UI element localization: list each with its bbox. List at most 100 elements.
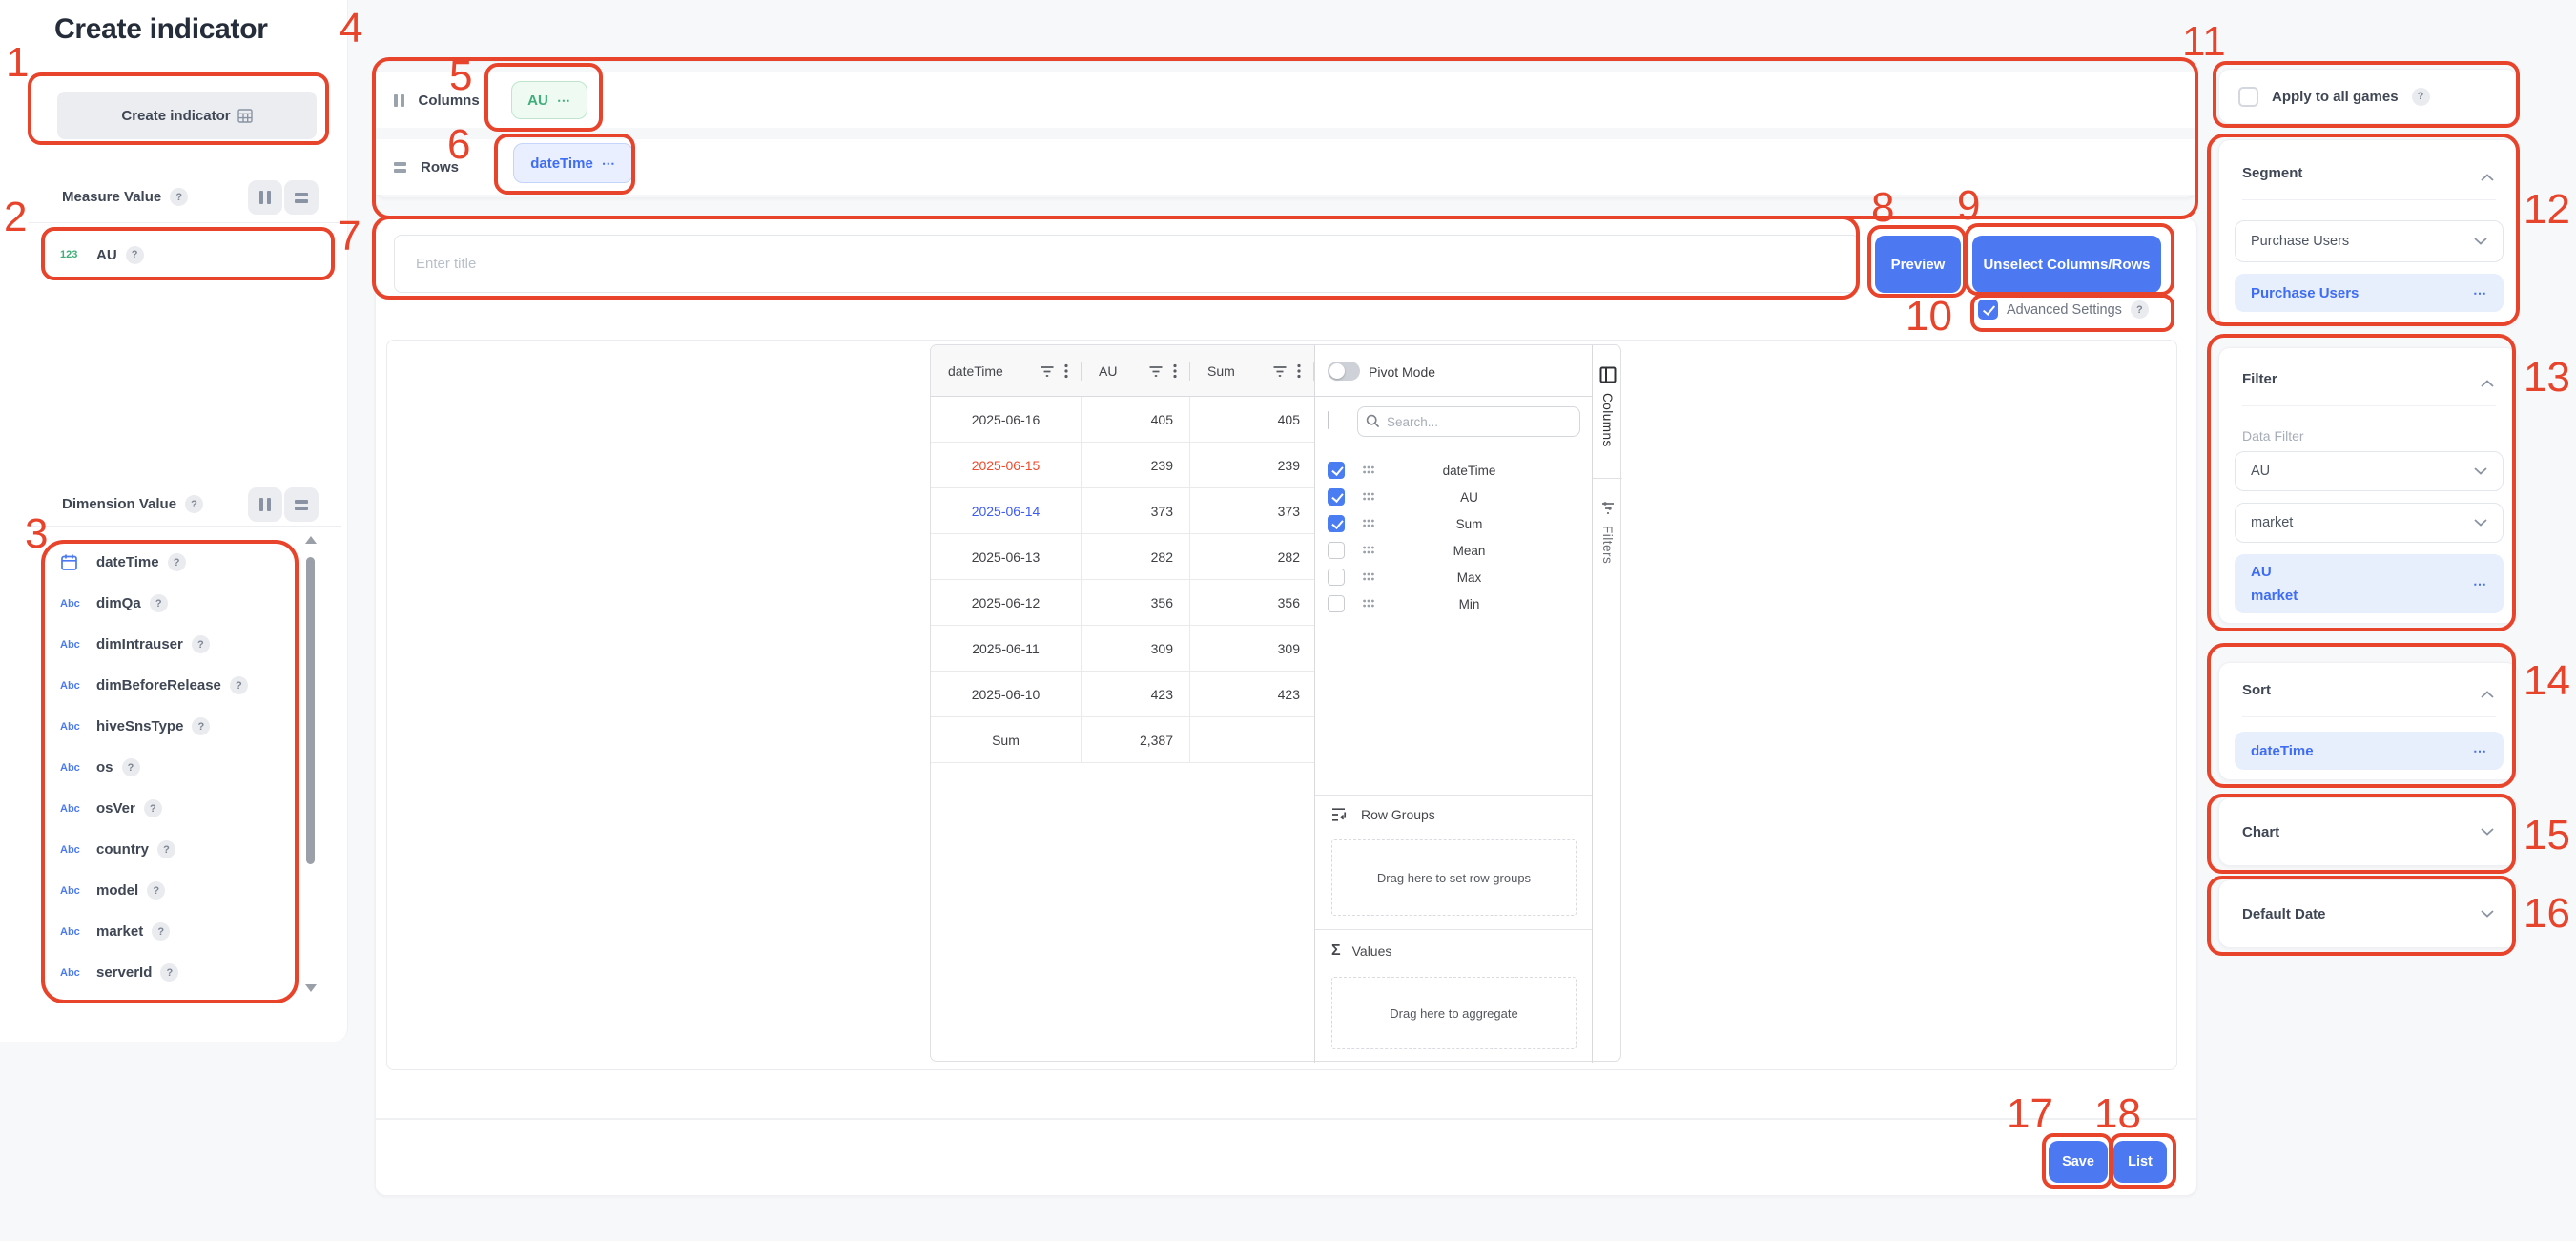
- tab-columns[interactable]: Columns: [1593, 345, 1622, 479]
- save-button[interactable]: Save: [2049, 1141, 2108, 1183]
- chart-card[interactable]: Chart: [2218, 797, 2518, 866]
- dimension-item-help-badge[interactable]: ?: [152, 922, 170, 941]
- dimension-list-item[interactable]: Abc os ?: [41, 747, 300, 788]
- kebab-menu-icon[interactable]: [1297, 363, 1301, 379]
- measure-item-au[interactable]: 123 AU ?: [41, 238, 327, 272]
- filter-icon[interactable]: [1272, 365, 1288, 378]
- pivot-field-row[interactable]: Max: [1315, 564, 1593, 590]
- list-button[interactable]: List: [2113, 1141, 2167, 1183]
- chevron-up-icon[interactable]: [2481, 686, 2494, 703]
- dimension-list-item[interactable]: Abc dimQa ?: [41, 583, 300, 624]
- measure-column-layout-button[interactable]: [248, 180, 282, 215]
- advanced-settings-checkbox[interactable]: [1978, 300, 1998, 320]
- dimension-list-item[interactable]: Abc dimIntrauser ?: [41, 624, 300, 665]
- pivot-field-row[interactable]: AU: [1315, 484, 1593, 510]
- table-row[interactable]: 2025-06-13 282 282: [931, 534, 1314, 580]
- measure-item-help-badge[interactable]: ?: [126, 246, 144, 264]
- dimension-item-help-badge[interactable]: ?: [147, 881, 165, 900]
- dimension-item-help-badge[interactable]: ?: [157, 840, 175, 858]
- chip-more-icon[interactable]: ⋯: [557, 93, 571, 109]
- dimension-item-help-badge[interactable]: ?: [168, 553, 186, 571]
- scrollbar-thumb[interactable]: [306, 557, 315, 864]
- dimension-item-help-badge[interactable]: ?: [160, 963, 178, 982]
- apply-all-help-badge[interactable]: ?: [2412, 88, 2430, 106]
- sort-chip[interactable]: dateTime ⋯: [2235, 732, 2504, 770]
- dimension-list-item[interactable]: Abc osVer ?: [41, 788, 300, 829]
- dimension-list-item[interactable]: Abc market ?: [41, 911, 300, 952]
- unselect-columns-rows-button[interactable]: Unselect Columns/Rows: [1972, 236, 2161, 293]
- filter-select-au[interactable]: AU: [2235, 451, 2504, 491]
- table-row[interactable]: 2025-06-14 373 373: [931, 488, 1314, 534]
- table-row[interactable]: 2025-06-11 309 309: [931, 626, 1314, 672]
- dimension-list-item[interactable]: Abc model ?: [41, 870, 300, 911]
- dimension-item-help-badge[interactable]: ?: [192, 635, 210, 653]
- pivot-field-row[interactable]: Mean: [1315, 537, 1593, 564]
- tab-filters[interactable]: Filters: [1593, 480, 1622, 613]
- pivot-field-row[interactable]: Min: [1315, 590, 1593, 617]
- drag-handle-icon[interactable]: [1363, 595, 1374, 612]
- kebab-menu-icon[interactable]: [1173, 363, 1177, 379]
- pivot-search-input[interactable]: [1357, 406, 1580, 437]
- pivot-field-row[interactable]: Sum: [1315, 510, 1593, 537]
- segment-chip[interactable]: Purchase Users ⋯: [2235, 274, 2504, 312]
- values-dropzone[interactable]: Drag here to aggregate: [1331, 977, 1577, 1049]
- row-groups-dropzone[interactable]: Drag here to set row groups: [1331, 839, 1577, 916]
- column-chip-au[interactable]: AU ⋯: [511, 81, 587, 119]
- filter-chip[interactable]: AU market ⋯: [2235, 554, 2504, 613]
- chip-more-icon[interactable]: ⋯: [2473, 743, 2487, 759]
- dimension-row-layout-button[interactable]: [284, 487, 319, 522]
- rows-drop-row[interactable]: Rows: [376, 139, 2196, 195]
- scrollbar-up-arrow[interactable]: [305, 536, 317, 544]
- drag-handle-icon[interactable]: [1363, 462, 1374, 479]
- drag-handle-icon[interactable]: [1363, 542, 1374, 559]
- kebab-menu-icon[interactable]: [1064, 363, 1068, 379]
- dimension-item-help-badge[interactable]: ?: [230, 676, 248, 694]
- field-checkbox[interactable]: [1328, 515, 1345, 532]
- table-row[interactable]: 2025-06-15 239 239: [931, 443, 1314, 488]
- grid-header-datetime[interactable]: dateTime: [931, 345, 1082, 397]
- chip-more-icon[interactable]: ⋯: [2473, 285, 2487, 301]
- title-input[interactable]: [394, 235, 1860, 293]
- chevron-up-icon[interactable]: [2481, 169, 2494, 186]
- dimension-item-help-badge[interactable]: ?: [150, 594, 168, 612]
- measure-row-layout-button[interactable]: [284, 180, 319, 215]
- apply-all-games-checkbox[interactable]: [2238, 87, 2258, 107]
- table-row[interactable]: 2025-06-12 356 356: [931, 580, 1314, 626]
- columns-drop-row[interactable]: Columns: [376, 72, 2196, 128]
- pivot-field-row[interactable]: dateTime: [1315, 457, 1593, 484]
- dimension-item-help-badge[interactable]: ?: [122, 758, 140, 776]
- preview-button[interactable]: Preview: [1875, 236, 1961, 293]
- field-checkbox[interactable]: [1328, 488, 1345, 506]
- drag-handle-icon[interactable]: [1363, 569, 1374, 586]
- chip-more-icon[interactable]: ⋯: [2473, 576, 2487, 592]
- row-chip-datetime[interactable]: dateTime ⋯: [513, 143, 633, 183]
- scrollbar-down-arrow[interactable]: [305, 984, 317, 992]
- dimension-column-layout-button[interactable]: [248, 487, 282, 522]
- field-checkbox[interactable]: [1328, 462, 1345, 479]
- dimension-list-item[interactable]: Abc country ?: [41, 829, 300, 870]
- table-row[interactable]: 2025-06-10 423 423: [931, 672, 1314, 717]
- create-indicator-button[interactable]: Create indicator: [57, 92, 317, 139]
- table-row[interactable]: 2025-06-16 405 405: [931, 397, 1314, 443]
- dimension-help-badge[interactable]: ?: [185, 495, 203, 513]
- filter-select-market[interactable]: market: [2235, 503, 2504, 543]
- segment-select[interactable]: Purchase Users: [2235, 220, 2504, 262]
- grid-header-au[interactable]: AU: [1082, 345, 1190, 397]
- dimension-list-item[interactable]: Abc hiveSnsType ?: [41, 706, 300, 747]
- filter-icon[interactable]: [1148, 365, 1164, 378]
- select-all-checkbox[interactable]: [1328, 411, 1329, 429]
- drag-handle-icon[interactable]: [1363, 488, 1374, 506]
- field-checkbox[interactable]: [1328, 595, 1345, 612]
- dimension-item-help-badge[interactable]: ?: [144, 799, 162, 817]
- default-date-card[interactable]: Default Date: [2218, 879, 2518, 948]
- dimension-list-item[interactable]: Abc dimBeforeRelease ?: [41, 665, 300, 706]
- field-checkbox[interactable]: [1328, 569, 1345, 586]
- pivot-mode-toggle[interactable]: [1328, 362, 1360, 381]
- drag-handle-icon[interactable]: [1363, 515, 1374, 532]
- dimension-list-item[interactable]: Abc serverId ?: [41, 952, 300, 993]
- advanced-settings-help-badge[interactable]: ?: [2131, 300, 2149, 319]
- chip-more-icon[interactable]: ⋯: [602, 155, 616, 172]
- filter-icon[interactable]: [1040, 365, 1055, 378]
- dimension-item-help-badge[interactable]: ?: [192, 717, 210, 735]
- dimension-list-item[interactable]: Abc dateTime ?: [41, 542, 300, 583]
